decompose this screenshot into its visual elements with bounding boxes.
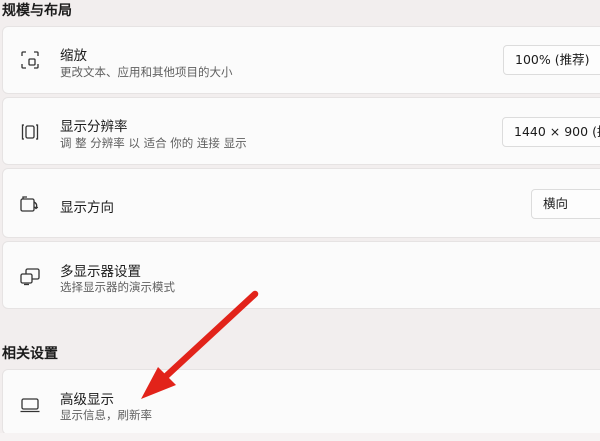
zoom-description: 更改文本、应用和其他项目的大小	[60, 65, 233, 79]
orientation-title: 显示方向	[60, 200, 114, 216]
advanced-display-setting-card[interactable]: 高级显示 显示信息，刷新率	[2, 369, 600, 435]
zoom-dropdown[interactable]: 100% (推荐)	[503, 45, 600, 75]
multi-display-setting-card[interactable]: 多显示器设置 选择显示器的演示模式	[2, 241, 600, 309]
multiple-monitors-icon	[19, 265, 41, 287]
bottom-edge	[0, 433, 600, 441]
advanced-display-description: 显示信息，刷新率	[60, 408, 152, 422]
zoom-setting-card[interactable]: 缩放 更改文本、应用和其他项目的大小 100% (推荐)	[2, 26, 600, 94]
zoom-title: 缩放	[60, 48, 87, 64]
resolution-title: 显示分辨率	[60, 119, 128, 135]
resolution-setting-card[interactable]: 显示分辨率 调 整 分辨率 以 适合 你的 连接 显示 1440 × 900 (…	[2, 97, 600, 165]
multi-display-description: 选择显示器的演示模式	[60, 280, 175, 294]
multi-display-title: 多显示器设置	[60, 264, 141, 280]
rotate-screen-icon	[19, 194, 41, 216]
orientation-dropdown[interactable]: 横向	[531, 189, 600, 219]
section-title-scale-layout: 规模与布局	[2, 3, 72, 19]
zoom-frame-icon	[19, 49, 41, 71]
laptop-display-icon	[19, 394, 41, 416]
section-title-related-settings: 相关设置	[2, 346, 58, 362]
resolution-description: 调 整 分辨率 以 适合 你的 连接 显示	[60, 136, 247, 150]
advanced-display-title: 高级显示	[60, 392, 114, 408]
orientation-setting-card[interactable]: 显示方向 横向	[2, 168, 600, 238]
resolution-brackets-icon	[19, 121, 41, 143]
resolution-dropdown[interactable]: 1440 × 900 (推	[502, 117, 600, 147]
